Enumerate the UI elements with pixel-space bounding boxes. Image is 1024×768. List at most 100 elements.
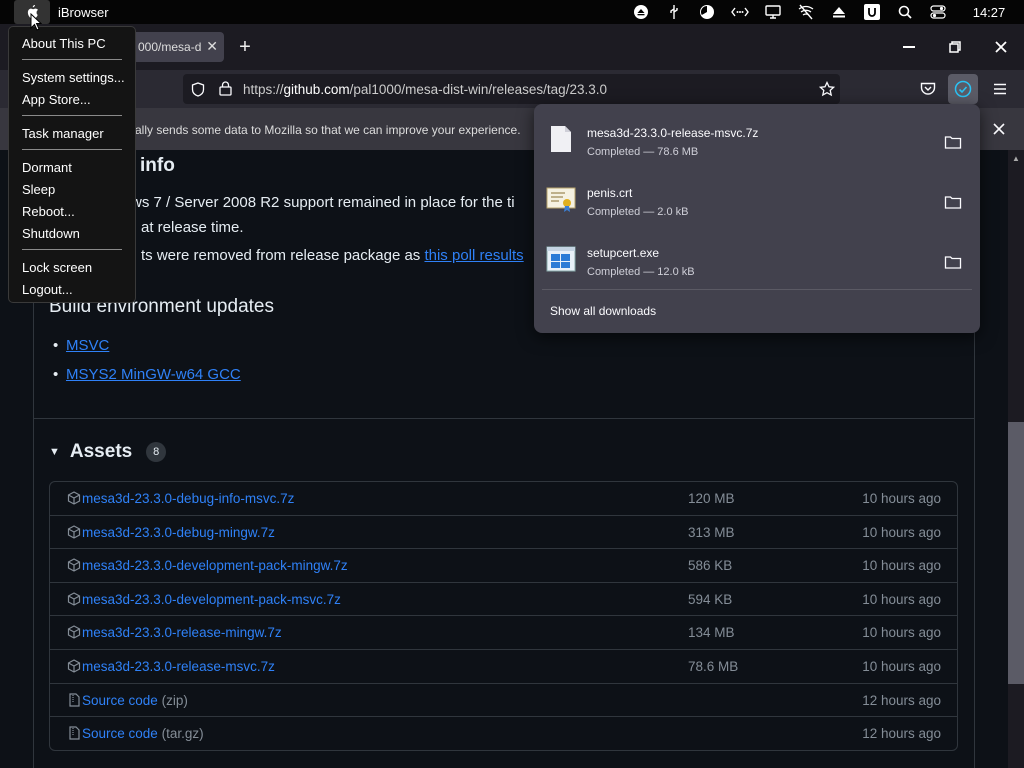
display-icon[interactable] [756,0,789,24]
asset-row: Source code (zip) 12 hours ago [50,684,957,718]
eject-icon[interactable] [624,0,657,24]
poll-results-link[interactable]: this poll results [424,247,523,264]
package-icon [67,558,81,572]
menu-item-dormant[interactable]: Dormant [22,160,72,175]
url-text[interactable]: https://github.com/pal1000/mesa-dist-win… [243,82,607,97]
file-icon [546,124,576,154]
shield-icon[interactable] [191,82,205,100]
menu-item-system-settings[interactable]: System settings... [22,70,125,85]
asset-size: 78.6 MB [688,658,739,674]
menu-item-app-store[interactable]: App Store... [22,92,91,107]
asset-link[interactable]: mesa3d-23.3.0-release-mingw.7z [82,625,282,640]
menu-separator [22,115,122,116]
asset-row: mesa3d-23.3.0-release-msvc.7z 78.6 MB 10 h… [50,650,957,684]
page-scrollbar[interactable]: ▲ [1008,150,1024,768]
menu-icon[interactable] [985,74,1015,104]
info-heading: info [140,155,175,176]
menu-item-about[interactable]: About This PC [22,36,106,51]
open-folder-icon[interactable] [944,254,962,270]
tab-active[interactable]: 000/mesa-d ✕ [128,32,224,62]
menu-item-shutdown[interactable]: Shutdown [22,226,80,241]
bullet-link-msvc[interactable]: MSVC [53,337,109,354]
lock-icon[interactable] [219,81,232,99]
asset-link[interactable]: mesa3d-23.3.0-release-msvc.7z [82,659,275,674]
asset-time: 10 hours ago [862,524,941,540]
asset-link[interactable]: Source code (tar.gz) [82,726,204,741]
download-item[interactable]: setupcert.exe Completed — 12.0 kB [534,228,980,288]
asset-link[interactable]: mesa3d-23.3.0-debug-info-msvc.7z [82,491,294,506]
url-bar[interactable]: https://github.com/pal1000/mesa-dist-win… [183,74,840,104]
asset-link[interactable]: mesa3d-23.3.0-development-pack-msvc.7z [82,592,341,607]
download-status: Completed — 2.0 kB [587,206,689,218]
notice-text: ally sends some data to Mozilla so that … [135,123,521,137]
download-item[interactable]: mesa3d-23.3.0-release-msvc.7z Completed —… [534,108,980,168]
bullet-link-msys2[interactable]: MSYS2 MinGW-w64 GCC [53,366,241,383]
minimize-button[interactable] [886,24,932,70]
notice-close-icon[interactable] [992,122,1006,139]
tab-strip: 000/mesa-d ✕ + [0,24,1024,70]
restore-button[interactable] [932,24,978,70]
asset-row: mesa3d-23.3.0-development-pack-msvc.7z 59… [50,583,957,617]
triangle-down-icon: ▼ [49,446,60,458]
menu-separator [22,149,122,150]
asset-row: mesa3d-23.3.0-development-pack-mingw.7z 5… [50,549,957,583]
app-name[interactable]: iBrowser [58,5,109,20]
package-icon [67,524,81,539]
package-icon [67,659,81,673]
asset-time: 10 hours ago [862,558,941,574]
asset-size: 594 KB [688,591,733,607]
assets-heading: Assets [69,441,133,462]
exe-icon [546,244,576,274]
download-status: Completed — 78.6 MB [587,146,699,158]
close-window-button[interactable] [978,24,1024,70]
clock[interactable]: 14:27 [954,5,1024,20]
download-item[interactable]: penis.crt Completed — 2.0 kB [534,168,980,228]
asset-link[interactable]: mesa3d-23.3.0-debug-mingw.7z [82,525,275,540]
tab-close-icon[interactable]: ✕ [206,38,218,55]
asset-link[interactable]: mesa3d-23.3.0-development-pack-mingw.7z [82,558,348,573]
asset-row: mesa3d-23.3.0-debug-mingw.7z 313 MB 10 hou… [50,516,957,550]
show-all-downloads-button[interactable]: Show all downloads [550,304,656,318]
info-line-3: ts were removed from release package as … [141,247,524,264]
menu-item-task-manager[interactable]: Task manager [22,126,104,141]
package-icon [67,491,81,505]
scrollbar-thumb[interactable] [1008,422,1024,684]
upload-icon[interactable] [822,0,855,24]
toggle-icon[interactable] [921,0,954,24]
downloads-divider [542,289,972,290]
open-folder-icon[interactable] [944,194,962,210]
asset-size: 313 MB [688,524,735,540]
network-icon[interactable] [723,0,756,24]
new-tab-button[interactable]: + [234,36,256,59]
downloads-button[interactable] [948,74,978,104]
asset-row: mesa3d-23.3.0-release-mingw.7z 134 MB 10 h… [50,616,957,650]
no-wifi-icon[interactable] [789,0,822,24]
info-line-2: at release time. [141,219,244,236]
package-icon [67,592,81,606]
bookmark-star-icon[interactable] [818,80,836,100]
search-icon[interactable] [888,0,921,24]
asset-time: 10 hours ago [862,625,941,641]
u-badge-icon[interactable] [855,0,888,24]
assets-list: mesa3d-23.3.0-debug-info-msvc.7z 120 MB 10… [49,481,958,751]
pocket-icon[interactable] [913,74,943,104]
download-filename: mesa3d-23.3.0-release-msvc.7z [587,126,759,140]
menu-item-sleep[interactable]: Sleep [22,182,55,197]
asset-row: Source code (tar.gz) 12 hours ago [50,717,957,750]
menu-item-reboot[interactable]: Reboot... [22,204,75,219]
pie-chart-icon[interactable] [690,0,723,24]
menu-separator [22,59,122,60]
menu-item-logout[interactable]: Logout... [22,282,73,297]
asset-link[interactable]: Source code (zip) [82,693,188,708]
asset-time: 10 hours ago [862,658,941,674]
asset-size: 134 MB [688,625,735,641]
divider [33,418,975,419]
menu-item-lock-screen[interactable]: Lock screen [22,260,92,275]
download-filename: setupcert.exe [587,246,660,260]
asset-size: 586 KB [688,558,733,574]
screen: iBrowser 14:27 000/mesa-d ✕ + https://gi… [0,0,1024,768]
asset-size: 120 MB [688,491,735,506]
open-folder-icon[interactable] [944,134,962,150]
usb-icon[interactable] [657,0,690,24]
assets-toggle[interactable]: ▼ Assets 8 [49,441,167,463]
